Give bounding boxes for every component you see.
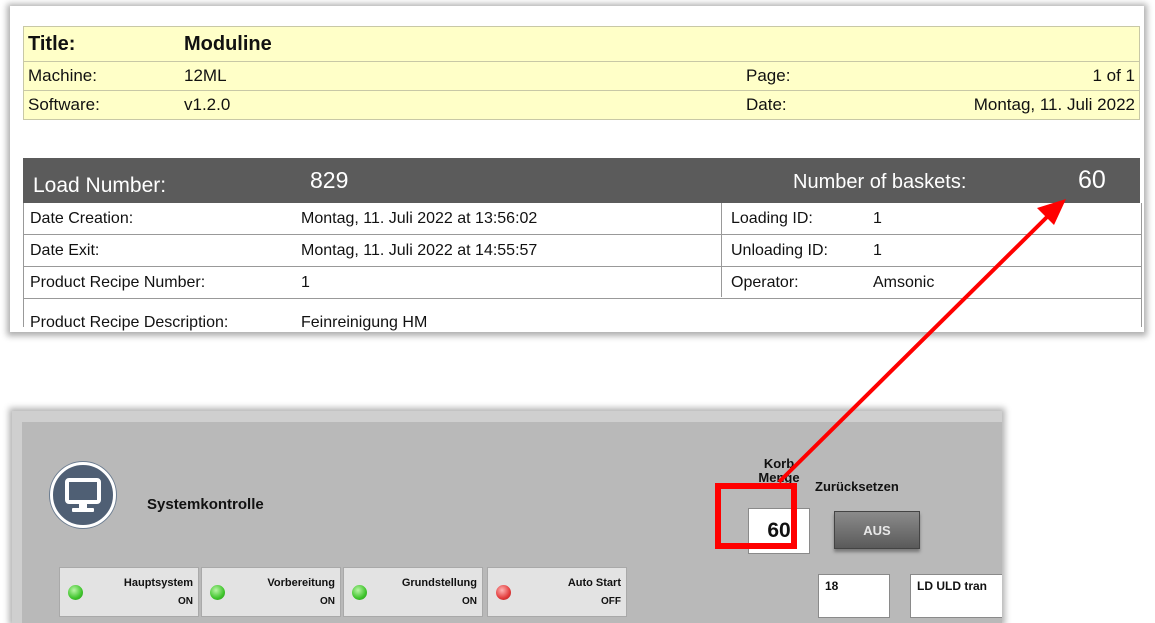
status-led-icon bbox=[352, 585, 367, 600]
table-row: Product Recipe Number: 1 Operator: Amson… bbox=[24, 267, 1141, 299]
reset-label: Zurücksetzen bbox=[815, 479, 899, 494]
row-value: Feinreinigung HM bbox=[301, 314, 428, 331]
machine-label: Machine: bbox=[28, 66, 97, 85]
row-value-2: 1 bbox=[873, 209, 882, 227]
title-value: Moduline bbox=[184, 32, 272, 55]
status-tile-auto-start[interactable]: Auto Start OFF bbox=[487, 567, 627, 617]
report-panel: Title: Moduline Machine: 12ML Page: 1 of… bbox=[10, 6, 1144, 332]
date-label: Date: bbox=[746, 95, 787, 114]
korb-label: Korb Menge bbox=[744, 457, 814, 485]
status-led-icon bbox=[496, 585, 511, 600]
machine-value: 12ML bbox=[184, 66, 227, 85]
status-led-icon bbox=[210, 585, 225, 600]
software-label: Software: bbox=[28, 95, 100, 114]
row-label-2: Unloading ID: bbox=[731, 241, 828, 259]
row-value: 1 bbox=[301, 273, 310, 291]
korb-label-line1: Korb bbox=[763, 456, 795, 471]
software-row: Software: v1.2.0 Date: Montag, 11. Juli … bbox=[24, 90, 1139, 119]
report-header: Title: Moduline Machine: 12ML Page: 1 of… bbox=[23, 26, 1140, 120]
value-field[interactable]: 18 bbox=[818, 574, 890, 618]
status-state: ON bbox=[320, 596, 335, 607]
table-row: Date Creation: Montag, 11. Juli 2022 at … bbox=[24, 203, 1141, 235]
table-row: Product Recipe Description: Feinreinigun… bbox=[24, 299, 1141, 331]
table-row: Date Exit: Montag, 11. Juli 2022 at 14:5… bbox=[24, 235, 1141, 267]
row-label: Product Recipe Description: bbox=[30, 314, 229, 331]
machine-row: Machine: 12ML Page: 1 of 1 bbox=[24, 61, 1139, 90]
system-title: Systemkontrolle bbox=[147, 496, 264, 513]
load-number-value: 829 bbox=[310, 167, 349, 193]
report-details: Date Creation: Montag, 11. Juli 2022 at … bbox=[23, 203, 1142, 331]
status-tile-grundstellung[interactable]: Grundstellung ON bbox=[343, 567, 483, 617]
status-tile-hauptsystem[interactable]: Hauptsystem ON bbox=[59, 567, 199, 617]
status-state: OFF bbox=[601, 596, 621, 607]
row-value-2: Amsonic bbox=[873, 273, 935, 291]
hmi-panel: Systemkontrolle Korb Menge Zurücksetzen … bbox=[12, 411, 1002, 623]
text-field[interactable]: LD ULD tran bbox=[910, 574, 1002, 618]
reset-button[interactable]: AUS bbox=[834, 511, 920, 549]
status-state: ON bbox=[178, 596, 193, 607]
page-label: Page: bbox=[746, 66, 791, 85]
row-label: Date Creation: bbox=[30, 209, 134, 227]
status-led-icon bbox=[68, 585, 83, 600]
status-tile-vorbereitung[interactable]: Vorbereitung ON bbox=[201, 567, 341, 617]
page-value: 1 of 1 bbox=[1092, 66, 1135, 85]
title-row: Title: Moduline bbox=[24, 27, 1139, 61]
hmi-screen: Systemkontrolle Korb Menge Zurücksetzen … bbox=[22, 422, 1002, 623]
baskets-value: 60 bbox=[1078, 166, 1106, 194]
row-label-2: Operator: bbox=[731, 273, 799, 291]
monitor-icon[interactable] bbox=[50, 462, 116, 528]
row-label-2: Loading ID: bbox=[731, 209, 813, 227]
load-number-bar: Load Number: 829 Number of baskets: 60 bbox=[23, 158, 1140, 203]
load-number-label: Load Number: bbox=[33, 173, 167, 197]
status-label: Vorbereitung bbox=[267, 577, 335, 589]
status-label: Hauptsystem bbox=[123, 577, 193, 589]
row-label: Date Exit: bbox=[30, 241, 100, 259]
status-label: Auto Start bbox=[567, 577, 621, 589]
row-value: Montag, 11. Juli 2022 at 14:55:57 bbox=[301, 241, 538, 259]
row-label: Product Recipe Number: bbox=[30, 273, 206, 291]
highlight-box bbox=[715, 483, 797, 549]
status-state: ON bbox=[462, 596, 477, 607]
row-value-2: 1 bbox=[873, 241, 882, 259]
title-label: Title: bbox=[28, 32, 76, 55]
status-label: Grundstellung bbox=[401, 577, 477, 589]
software-value: v1.2.0 bbox=[184, 95, 231, 114]
baskets-label: Number of baskets: bbox=[793, 171, 967, 193]
row-value: Montag, 11. Juli 2022 at 13:56:02 bbox=[301, 209, 538, 227]
date-value: Montag, 11. Juli 2022 bbox=[973, 95, 1135, 114]
